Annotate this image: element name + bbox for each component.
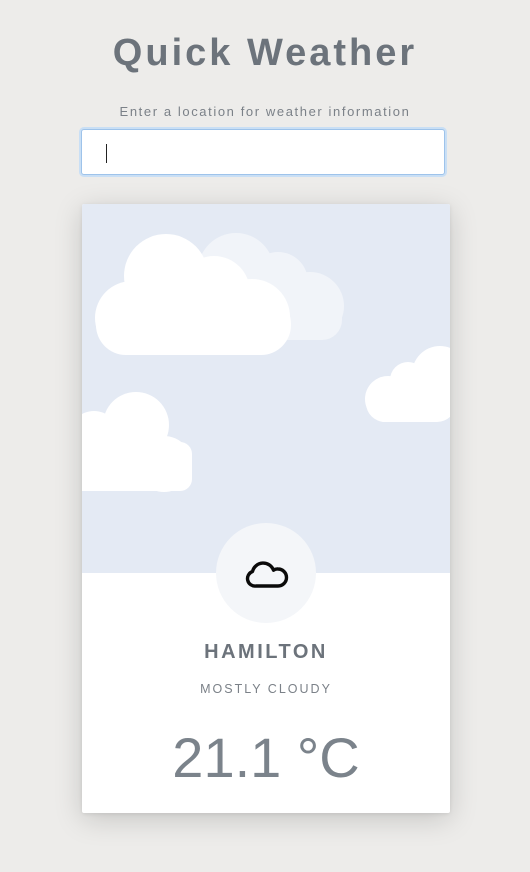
- city-name: HAMILTON: [204, 641, 328, 663]
- page-title: Quick Weather: [112, 32, 418, 74]
- temperature-value: 21.1 °C: [172, 726, 360, 789]
- clouds-illustration: [82, 233, 450, 492]
- right-cloud: [365, 346, 450, 422]
- weather-icon-badge: [216, 523, 316, 623]
- weather-card: HAMILTON MOSTLY CLOUDY 21.1 °C: [82, 204, 450, 813]
- text-caret: [106, 144, 107, 163]
- location-search-input[interactable]: [81, 129, 445, 175]
- weather-condition: MOSTLY CLOUDY: [200, 682, 332, 696]
- search-prompt-label: Enter a location for weather information: [119, 104, 411, 119]
- sky-illustration: [82, 204, 450, 573]
- app-root: Quick Weather Enter a location for weath…: [0, 0, 530, 872]
- cloud-icon: [245, 561, 289, 588]
- left-cloud: [82, 392, 192, 492]
